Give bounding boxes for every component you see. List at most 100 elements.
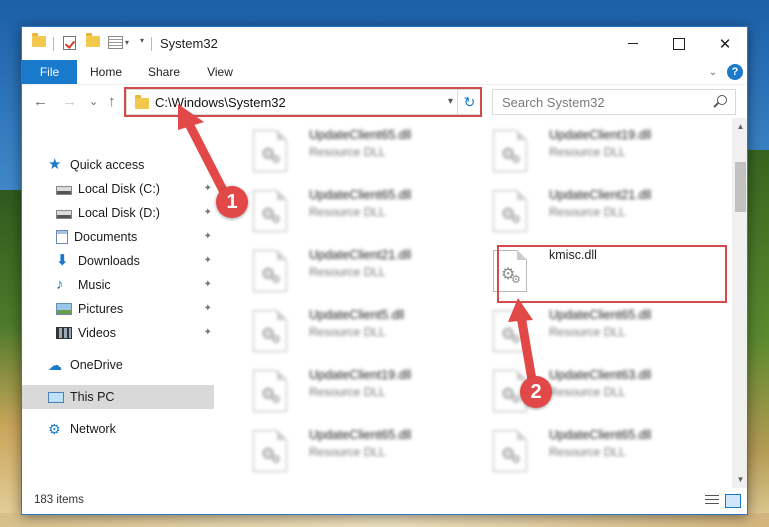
dll-file-icon: ⚙ ⚙ <box>253 370 287 412</box>
sidebar-item-videos[interactable]: Videos ✦ <box>22 321 214 345</box>
pin-icon[interactable]: ✦ <box>204 183 212 194</box>
file-item[interactable]: ⚙ ⚙ UpdateClient65.dll Resource DLL <box>475 420 705 478</box>
maximize-button[interactable] <box>656 27 702 60</box>
sidebar-item-this-pc[interactable]: This PC <box>22 385 214 409</box>
file-name: UpdateClient19.dll <box>549 128 652 142</box>
sidebar-item-onedrive[interactable]: ☁ OneDrive <box>22 353 214 377</box>
star-icon: ★ <box>48 156 62 173</box>
scroll-thumb[interactable] <box>735 162 746 212</box>
pin-icon[interactable]: ✦ <box>204 303 212 314</box>
file-item[interactable]: ⚙ ⚙ UpdateClient65.dll Resource DLL <box>235 120 465 178</box>
vertical-scrollbar[interactable]: ▲ ▼ <box>732 118 747 488</box>
sidebar-item-label: OneDrive <box>70 358 123 372</box>
file-description: Resource DLL <box>309 145 386 159</box>
pictures-icon <box>56 303 72 315</box>
tab-share[interactable]: Share <box>140 60 188 84</box>
pin-icon[interactable]: ✦ <box>204 255 212 266</box>
back-arrow-icon[interactable]: ← <box>33 93 48 110</box>
tab-home[interactable]: Home <box>80 60 132 84</box>
file-name: UpdateClient5.dll <box>309 308 405 322</box>
refresh-icon[interactable]: ↻ <box>457 90 481 114</box>
sidebar-item-music[interactable]: ♪ Music ✦ <box>22 273 214 297</box>
sidebar-item-documents[interactable]: Documents ✦ <box>22 225 214 249</box>
up-arrow-icon[interactable]: ↑ <box>108 93 116 110</box>
gear-small-icon: ⚙ <box>271 334 281 346</box>
file-item[interactable]: ⚙ ⚙ UpdateClient65.dll Resource DLL <box>235 420 465 478</box>
pin-icon[interactable]: ✦ <box>204 207 212 218</box>
address-bar[interactable]: C:\Windows\System32 ▾ ↻ <box>126 89 482 115</box>
pin-icon[interactable]: ✦ <box>204 231 212 242</box>
file-description: Resource DLL <box>309 265 386 279</box>
search-icon[interactable] <box>717 95 727 105</box>
file-item[interactable]: ⚙ ⚙ UpdateClient63.dll Resource DLL <box>475 360 705 418</box>
quick-access-dropdown-icon[interactable]: ▾ <box>138 36 144 45</box>
file-item[interactable]: ⚙ ⚙ UpdateClient21.dll Resource DLL <box>475 180 705 238</box>
gear-small-icon: ⚙ <box>511 394 521 406</box>
file-description: Resource DLL <box>309 385 386 399</box>
file-name: UpdateClient65.dll <box>549 308 652 322</box>
scroll-down-icon[interactable]: ▼ <box>732 471 747 488</box>
drive-icon <box>56 185 72 195</box>
sidebar-item-label: Videos <box>78 326 116 340</box>
gear-small-icon: ⚙ <box>271 394 281 406</box>
search-input[interactable] <box>493 90 703 114</box>
file-item[interactable]: ⚙ ⚙ UpdateClient5.dll Resource DLL <box>235 300 465 358</box>
sidebar-item-label: Downloads <box>78 254 140 268</box>
tab-view[interactable]: View <box>198 60 242 84</box>
close-button[interactable]: ✕ <box>702 27 747 60</box>
dll-file-icon: ⚙ ⚙ <box>493 190 527 232</box>
customize-quick-access-icon[interactable]: ▾ <box>108 36 129 49</box>
file-item[interactable]: ⚙ ⚙ UpdateClient65.dll Resource DLL <box>475 300 705 358</box>
sidebar-item-label: Pictures <box>78 302 124 316</box>
scroll-up-icon[interactable]: ▲ <box>732 118 747 135</box>
recent-locations-icon[interactable]: ⌄ <box>89 95 98 108</box>
title-bar: ▾ ▾ System32 ✕ <box>22 27 747 60</box>
navigation-bar: ← → ⌄ ↑ C:\Windows\System32 ▾ ↻ <box>22 84 747 118</box>
file-item-kmisc-dll[interactable]: ⚙ ⚙ kmisc.dll <box>475 240 705 298</box>
help-icon[interactable]: ? <box>727 64 743 80</box>
file-item[interactable]: ⚙ ⚙ UpdateClient19.dll Resource DLL <box>235 360 465 418</box>
search-box <box>492 89 736 115</box>
dll-file-icon: ⚙ ⚙ <box>253 190 287 232</box>
explorer-window: ▾ ▾ System32 ✕ File Home Share View ⌄ ? … <box>21 26 748 515</box>
large-icons-view-icon[interactable] <box>725 494 741 508</box>
address-dropdown-icon[interactable]: ▾ <box>448 96 453 107</box>
address-folder-icon <box>135 95 149 109</box>
expand-ribbon-icon[interactable]: ⌄ <box>709 67 717 78</box>
file-item[interactable]: ⚙ ⚙ UpdateClient21.dll Resource DLL <box>235 240 465 298</box>
minimize-button[interactable] <box>610 27 656 60</box>
address-path[interactable]: C:\Windows\System32 <box>155 95 286 110</box>
details-view-icon[interactable] <box>705 495 719 507</box>
sidebar-item-quick-access[interactable]: ★ Quick access <box>22 153 214 177</box>
file-item[interactable]: ⚙ ⚙ UpdateClient65.dll Resource DLL <box>235 180 465 238</box>
sidebar-item-label: Documents <box>74 230 138 244</box>
forward-arrow-icon[interactable]: → <box>62 93 77 110</box>
pin-icon[interactable]: ✦ <box>204 327 212 338</box>
sidebar-item-downloads[interactable]: ⬇ Downloads ✦ <box>22 249 214 273</box>
tab-file[interactable]: File <box>22 60 77 84</box>
properties-check-icon[interactable] <box>63 36 76 50</box>
sidebar-item-network[interactable]: ⚙ Network <box>22 417 214 441</box>
status-bar: 183 items <box>22 488 747 514</box>
new-folder-icon[interactable] <box>86 33 100 47</box>
gear-small-icon: ⚙ <box>511 274 521 286</box>
sidebar-item-label: Quick access <box>70 158 145 172</box>
file-name: UpdateClient65.dll <box>549 428 652 442</box>
dll-file-icon: ⚙ ⚙ <box>493 250 527 292</box>
file-item[interactable]: ⚙ ⚙ UpdateClient19.dll Resource DLL <box>475 120 705 178</box>
gear-small-icon: ⚙ <box>511 334 521 346</box>
file-name: UpdateClient65.dll <box>309 428 412 442</box>
sidebar-item-local-disk-c[interactable]: Local Disk (C:) ✦ <box>22 177 214 201</box>
sidebar-item-local-disk-d[interactable]: Local Disk (D:) ✦ <box>22 201 214 225</box>
file-description: Resource DLL <box>549 205 626 219</box>
sidebar-item-pictures[interactable]: Pictures ✦ <box>22 297 214 321</box>
sidebar-item-label: Local Disk (C:) <box>78 182 160 196</box>
gear-small-icon: ⚙ <box>511 214 521 226</box>
file-name: UpdateClient21.dll <box>309 248 412 262</box>
file-description: Resource DLL <box>309 205 386 219</box>
file-description: Resource DLL <box>549 385 626 399</box>
download-icon: ⬇ <box>56 252 69 269</box>
dll-file-icon: ⚙ ⚙ <box>493 430 527 472</box>
pin-icon[interactable]: ✦ <box>204 279 212 290</box>
dll-file-icon: ⚙ ⚙ <box>253 310 287 352</box>
